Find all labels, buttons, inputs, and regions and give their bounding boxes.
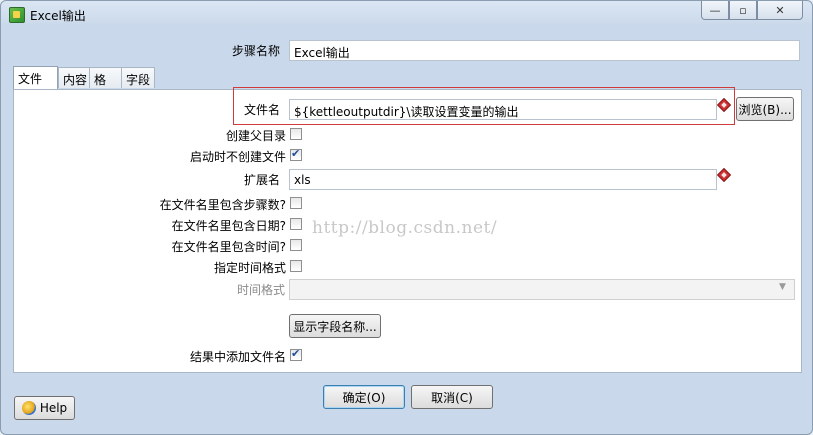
- add-to-result-checkbox[interactable]: [290, 347, 302, 361]
- extension-input[interactable]: xls: [289, 169, 717, 190]
- no-create-on-start-checkbox[interactable]: [290, 147, 302, 161]
- show-fields-button[interactable]: 显示字段名称...: [289, 314, 381, 338]
- window-title: Excel输出: [30, 9, 86, 23]
- minimize-button[interactable]: —: [701, 1, 729, 20]
- watermark: http://blog.csdn.net/: [312, 218, 498, 238]
- include-stepnr-checkbox[interactable]: [290, 197, 302, 209]
- chevron-down-icon[interactable]: ▼: [779, 282, 786, 292]
- create-parent-checkbox[interactable]: [290, 128, 302, 140]
- cancel-button[interactable]: 取消(C): [411, 385, 493, 409]
- browse-button[interactable]: 浏览(B)...: [736, 97, 794, 121]
- filename-label: 文件名: [243, 103, 280, 117]
- specify-format-checkbox[interactable]: [290, 260, 302, 272]
- tab-format[interactable]: 格式: [89, 67, 122, 104]
- specify-format-label: 指定时间格式: [213, 261, 286, 275]
- include-time-label: 在文件名里包含时间?: [171, 240, 286, 254]
- add-to-result-label: 结果中添加文件名: [189, 350, 286, 364]
- help-button-label: Help: [39, 401, 68, 415]
- title-bar[interactable]: Excel输出 — ▫ ✕: [1, 1, 812, 27]
- include-time-checkbox[interactable]: [290, 239, 302, 251]
- step-name-label: 步骤名称: [231, 44, 280, 58]
- step-name-input[interactable]: Excel输出: [289, 40, 800, 61]
- help-button[interactable]: Help: [14, 396, 75, 420]
- extension-label: 扩展名: [243, 173, 280, 187]
- include-date-label: 在文件名里包含日期?: [171, 219, 286, 233]
- time-format-label: 时间格式: [236, 283, 285, 297]
- window-controls: — ▫ ✕: [701, 1, 803, 20]
- maximize-button[interactable]: ▫: [729, 1, 757, 20]
- no-create-on-start-label: 启动时不创建文件: [189, 150, 286, 164]
- ok-button[interactable]: 确定(O): [323, 385, 405, 409]
- include-stepnr-label: 在文件名里包含步骤数?: [159, 198, 286, 212]
- filename-input[interactable]: ${kettleoutputdir}\读取设置变量的输出: [289, 99, 717, 120]
- create-parent-label: 创建父目录: [225, 129, 286, 143]
- help-globe-icon: [21, 401, 36, 415]
- tab-fields[interactable]: 字段: [121, 67, 155, 88]
- spoon-app-icon: [9, 7, 25, 23]
- tab-file[interactable]: 文件: [13, 66, 58, 89]
- include-date-checkbox[interactable]: [290, 218, 302, 230]
- close-button[interactable]: ✕: [757, 1, 803, 20]
- time-format-select[interactable]: [289, 279, 795, 300]
